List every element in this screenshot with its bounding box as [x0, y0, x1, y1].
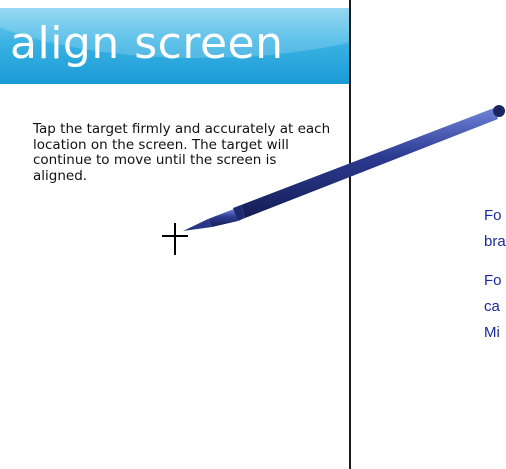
side-text-line-4: ca: [484, 298, 500, 315]
side-text-line-2: bra: [484, 233, 506, 250]
page-title: align screen: [10, 18, 284, 69]
side-text-line-1: Fo: [484, 207, 502, 224]
device-screen: align screen Tap the target firmly and a…: [0, 0, 351, 469]
crosshair-target-icon[interactable]: [162, 223, 188, 255]
instructions-text: Tap the target firmly and accurately at …: [33, 121, 331, 184]
side-text-line-5: Mi: [484, 324, 500, 341]
title-bar: align screen: [0, 8, 349, 84]
side-text-line-3: Fo: [484, 272, 502, 289]
